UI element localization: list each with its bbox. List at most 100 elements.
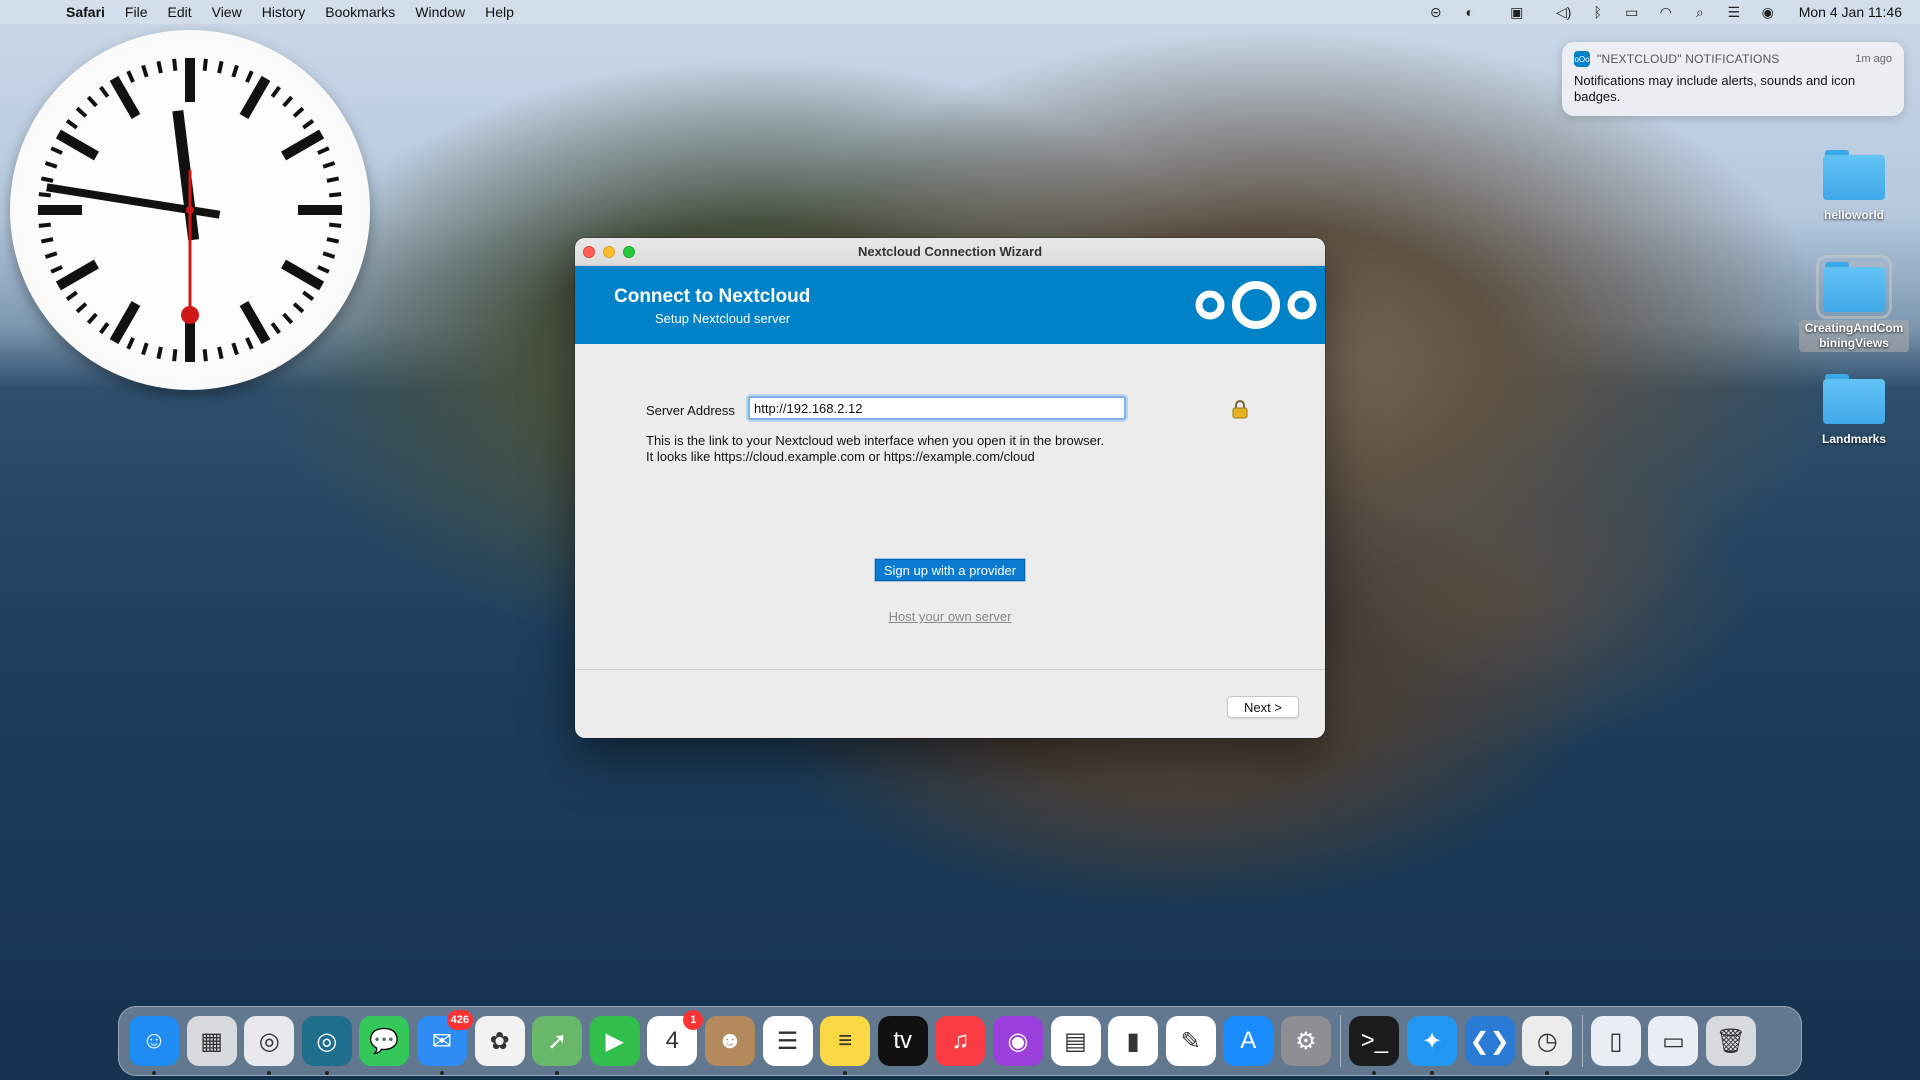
clock-minute-mark [38, 222, 51, 228]
folder-icon [1816, 255, 1892, 319]
dock-notes-icon[interactable]: ≡ [820, 1016, 871, 1075]
battery-icon[interactable]: ▭ [1615, 4, 1649, 21]
hint-line-2: It looks like https://cloud.example.com … [646, 449, 1035, 464]
clock-minute-mark [75, 106, 88, 118]
menu-view[interactable]: View [202, 0, 252, 24]
running-indicator [555, 1071, 560, 1075]
dock-photos-icon[interactable]: ✿ [474, 1016, 525, 1066]
menu-help[interactable]: Help [475, 0, 524, 24]
menu-file[interactable]: File [115, 0, 158, 24]
running-indicator [152, 1071, 156, 1075]
dock-tv-icon[interactable]: tv [877, 1016, 928, 1066]
dock-html-document-icon[interactable]: ▯ [1590, 1016, 1641, 1066]
calendar-status-icon[interactable]: ▣ [1487, 4, 1547, 21]
spotlight-icon[interactable]: ⌕ [1683, 4, 1717, 21]
menubar-clock[interactable]: Mon 4 Jan 11:46 [1785, 4, 1902, 20]
dock-clock-icon[interactable]: ◷ [1522, 1016, 1573, 1075]
dock-vscode-icon[interactable]: ❮❯ [1464, 1016, 1515, 1066]
volume-icon[interactable]: ◁) [1547, 4, 1581, 21]
bluetooth-icon[interactable]: ᛒ [1581, 4, 1615, 20]
analog-clock-widget [10, 30, 370, 390]
host-own-server-link[interactable]: Host your own server [575, 609, 1325, 624]
dock-contacts-icon[interactable]: ☻ [704, 1016, 755, 1066]
dock-textedit-icon[interactable]: ✎ [1165, 1016, 1216, 1066]
clock-minute-mark [44, 251, 58, 259]
clock-minute-mark [302, 290, 315, 301]
desktop-folder-landmarks[interactable]: Landmarks [1799, 374, 1909, 447]
dock-music-icon[interactable]: ♫ [935, 1016, 986, 1066]
nextcloud-logo-icon [1195, 281, 1317, 329]
menu-app-name[interactable]: Safari [56, 0, 115, 24]
menu-window[interactable]: Window [405, 0, 475, 24]
dock-trash-icon[interactable]: 🗑 [1706, 1016, 1757, 1066]
folder-icon [1823, 374, 1885, 424]
dock-app-ring-1-icon[interactable]: ◎ [244, 1016, 295, 1075]
clock-minute-mark [202, 349, 208, 362]
clock-minute-mark [156, 346, 163, 360]
zoom-window-button[interactable] [623, 246, 635, 258]
wifi-icon[interactable]: ◠ [1649, 4, 1683, 21]
dock-reminders-icon[interactable]: ☰ [762, 1016, 813, 1066]
clock-minute-mark [217, 346, 224, 360]
clock-minute-mark [75, 302, 88, 314]
dock-system-preferences-icon[interactable]: ⚙ [1280, 1016, 1331, 1066]
dock-screenshot-icon[interactable]: ▭ [1648, 1016, 1699, 1066]
menu-bookmarks[interactable]: Bookmarks [315, 0, 405, 24]
desktop-folder-helloworld[interactable]: helloworld [1799, 150, 1909, 223]
dock-app-ring-2-icon[interactable]: ◎ [301, 1016, 352, 1075]
running-indicator [1372, 1071, 1377, 1075]
clock-hour-mark [281, 259, 325, 291]
dock-facetime-icon[interactable]: ▶ [589, 1016, 640, 1066]
clock-minute-mark [202, 58, 208, 71]
dock-badge: 426 [446, 1010, 473, 1030]
dock-separator [1340, 1015, 1342, 1067]
close-window-button[interactable] [583, 246, 595, 258]
banner-subtitle: Setup Nextcloud server [655, 311, 791, 326]
menu-history[interactable]: History [252, 0, 316, 24]
dock-safari-icon[interactable]: ✦ [1407, 1016, 1458, 1075]
clock-minute-mark [270, 322, 281, 335]
dock-terminal-icon[interactable]: >_ [1349, 1016, 1400, 1075]
notification-banner[interactable]: oOo "NEXTCLOUD" NOTIFICATIONS 1m ago Not… [1562, 42, 1904, 116]
clock-minute-mark [38, 192, 51, 198]
menu-edit[interactable]: Edit [157, 0, 201, 24]
dock-numbers-icon[interactable]: ▮ [1108, 1016, 1159, 1066]
app-status-icon[interactable]: ◐ [1453, 4, 1487, 20]
dock-app-store-icon[interactable]: A [1223, 1016, 1274, 1066]
dock-separator [1581, 1015, 1583, 1067]
minimize-window-button[interactable] [603, 246, 615, 258]
clock-minute-mark [282, 95, 294, 108]
dock-maps-icon[interactable]: ➚ [532, 1016, 583, 1075]
dock-mail-icon[interactable]: ✉ 426 [416, 1010, 473, 1075]
clock-minute-mark [326, 176, 340, 183]
dock-finder-icon[interactable]: ☺ [129, 1016, 179, 1075]
clock-minute-mark [172, 58, 178, 71]
clock-minute-mark [322, 251, 336, 259]
next-button[interactable]: Next > [1227, 696, 1299, 718]
dock-keynote-icon[interactable]: ▤ [1050, 1016, 1101, 1066]
menu-bar: Safari File Edit View History Bookmarks … [0, 0, 1920, 24]
nextcloud-app-icon: oOo [1574, 51, 1590, 67]
nextcloud-status-icon[interactable]: ⊝ [1419, 4, 1453, 21]
server-address-hint: This is the link to your Nextcloud web i… [646, 433, 1104, 465]
desktop-folder-creatingandcombiningviews[interactable]: CreatingAndCombiningViews [1799, 255, 1909, 352]
clock-minute-mark [99, 85, 110, 98]
dock-podcasts-icon[interactable]: ◉ [992, 1016, 1043, 1066]
wizard-content: Server Address This is the link to your … [575, 344, 1325, 738]
folder-icon [1823, 150, 1885, 200]
siri-icon[interactable]: ◉ [1751, 4, 1785, 21]
notification-time: 1m ago [1855, 53, 1892, 65]
clock-minute-mark [326, 237, 340, 244]
clock-hour-mark [109, 75, 141, 119]
clock-minute-mark [270, 85, 281, 98]
dock-calendar-icon[interactable]: 41 [647, 1010, 704, 1066]
dock-messages-icon[interactable]: 💬 [359, 1016, 410, 1066]
server-address-input[interactable] [748, 396, 1126, 420]
dock-launchpad-icon[interactable]: ▦ [186, 1016, 237, 1066]
control-center-icon[interactable]: ☰ [1717, 4, 1751, 21]
running-indicator [439, 1071, 444, 1075]
notification-body: Notifications may include alerts, sounds… [1574, 73, 1856, 104]
sign-up-provider-button[interactable]: Sign up with a provider [875, 559, 1025, 581]
dock: ☺ ▦ ◎ ◎ 💬 ✉ 426 ✿ ➚ ▶ 4 1 ☻ ☰ ≡ tv ♫ ◉ ▤ ▮ ✎ A ⚙ >_ ✦ ❮❯ ◷ ▯ ▭ 🗑 [118, 1006, 1802, 1076]
window-titlebar[interactable]: Nextcloud Connection Wizard [575, 238, 1325, 266]
